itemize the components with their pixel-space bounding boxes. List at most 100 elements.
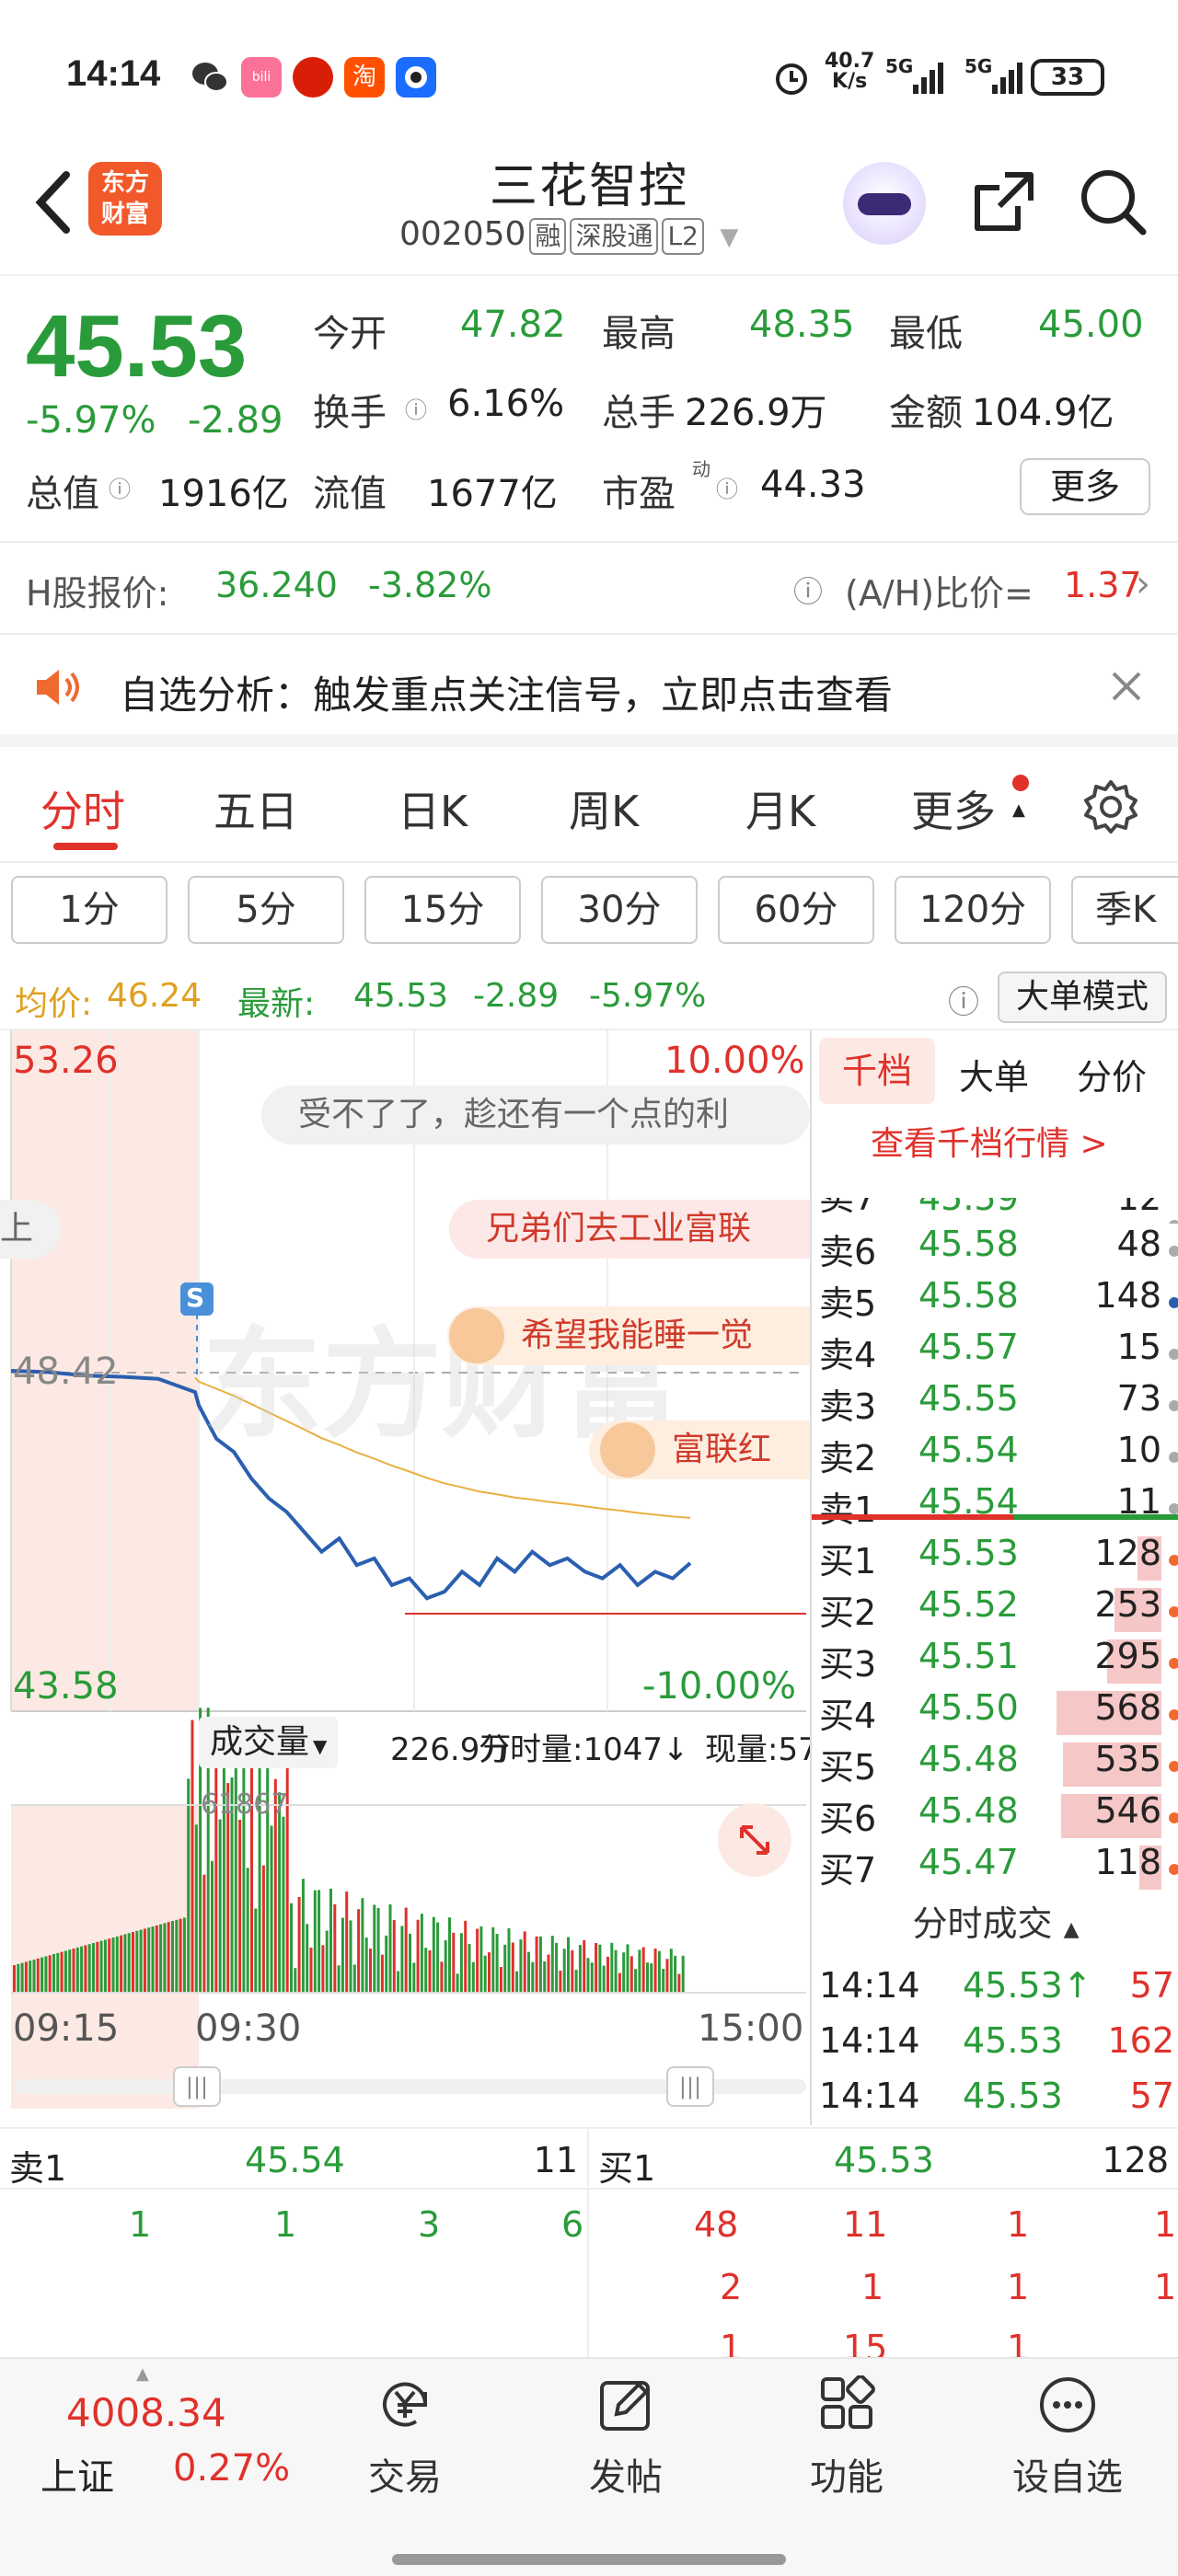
tab-weekly-k[interactable]: 周K	[569, 778, 639, 839]
bid-row[interactable]: 买1 45.53 128	[812, 1533, 1178, 1584]
bid-queue-qty: 1	[1007, 2267, 1030, 2307]
intraday-chart[interactable]: S 东方财富 53.26 10.00% 48.42 43.58 -10.00% …	[0, 1030, 810, 2125]
range-handle-right[interactable]: |||	[666, 2066, 714, 2107]
nav-functions[interactable]: 功能	[773, 2375, 920, 2501]
bottom-nav: ▲ 4008.34 上证 0.27% 交易 发帖 功能 设自选	[0, 2357, 1178, 2576]
bid-price: 45.48	[918, 1790, 1019, 1831]
volume-bar	[103, 1939, 107, 1993]
tab-monthly-k[interactable]: 月K	[745, 778, 815, 839]
wechat-icon	[190, 57, 230, 98]
sub-30min[interactable]: 30分	[541, 876, 698, 944]
ask-row[interactable]: 卖5 45.58 148	[812, 1275, 1178, 1327]
bid-queue-qty: 2	[720, 2267, 743, 2307]
help-icon[interactable]: ⓘ	[793, 569, 823, 611]
notice-banner[interactable]: 自选分析：触发重点关注信号，立即点击查看	[0, 635, 1178, 747]
volume-bar	[471, 1961, 475, 1993]
last-price: 45.53	[26, 297, 248, 396]
trades-header[interactable]: 分时成交 ▲	[812, 1895, 1178, 1946]
ask-row[interactable]: 卖1 45.54 11	[812, 1481, 1178, 1533]
search-icon[interactable]	[1077, 166, 1150, 243]
status-time: 14:14	[66, 53, 161, 94]
share-icon[interactable]	[968, 167, 1038, 241]
volume-selector[interactable]: 成交量 ▼	[199, 1717, 339, 1768]
info-icon[interactable]: ⓘ	[716, 471, 738, 503]
tab-more[interactable]: 更多	[911, 778, 996, 839]
stock-code-row[interactable]: 002050 融深股通 L2 ▼	[399, 215, 738, 255]
ob-tab-depth[interactable]: 千档	[819, 1038, 935, 1104]
gear-icon[interactable]	[1082, 778, 1139, 839]
trade-row: 14:14 45.53 57	[812, 2076, 1178, 2127]
bid-price: 45.48	[918, 1739, 1019, 1779]
low-label: 最低	[889, 313, 963, 355]
volume-bar	[321, 1945, 325, 1993]
bid-row[interactable]: 买7 45.47 118	[812, 1842, 1178, 1893]
volume-bar	[32, 1960, 36, 1993]
bid-row[interactable]: 买2 45.52 253	[812, 1584, 1178, 1636]
sub-quarter-k[interactable]: 季K	[1071, 876, 1178, 944]
nav-add-watchlist[interactable]: 设自选	[994, 2375, 1141, 2501]
sub-60min[interactable]: 60分	[718, 876, 874, 944]
tab-daily-k[interactable]: 日K	[398, 778, 468, 839]
bid-row[interactable]: 买6 45.48 546	[812, 1790, 1178, 1842]
volume-bar	[238, 1820, 242, 1993]
assistant-avatar[interactable]	[843, 162, 926, 245]
bid-dot	[1169, 1864, 1178, 1875]
more-button[interactable]: 更多	[1020, 458, 1150, 515]
bid1-qty: 128	[1102, 2140, 1169, 2180]
sub-120min[interactable]: 120分	[895, 876, 1051, 944]
comment-bubble[interactable]: 兄弟们去工业富联	[449, 1200, 810, 1259]
volume-bar	[40, 1957, 44, 1993]
ob-depth-link[interactable]: 查看千档行情 >	[871, 1117, 1108, 1165]
bid-qty: 568	[1094, 1687, 1161, 1728]
tab-intraday[interactable]: 分时	[40, 778, 125, 839]
h-share-row[interactable]: H股报价: 36.240 -3.82% ⓘ (A/H)比价= 1.37 ›	[0, 543, 1178, 635]
ask-row[interactable]: 卖3 45.55 73	[812, 1378, 1178, 1430]
volume-bar	[120, 1935, 123, 1993]
close-icon[interactable]	[1108, 668, 1145, 708]
volume-bar	[555, 1942, 559, 1993]
bid-row[interactable]: 买3 45.51 295	[812, 1636, 1178, 1687]
tab-five-day[interactable]: 五日	[214, 778, 298, 839]
index-ticker[interactable]: ▲ 4008.34 上证 0.27%	[0, 2359, 304, 2543]
ask-dot	[1169, 1349, 1178, 1360]
info-icon[interactable]: ⓘ	[405, 392, 427, 424]
nav-trade[interactable]: 交易	[331, 2375, 479, 2501]
signal-2-label: 5G	[964, 55, 993, 77]
volume-bar	[60, 1951, 64, 1993]
ob-tab-price-dist[interactable]: 分价	[1077, 1049, 1147, 1099]
taobao-icon: 淘	[344, 57, 385, 98]
info-icon[interactable]: ⓘ	[109, 471, 131, 503]
ask-level: 卖3	[819, 1386, 877, 1427]
big-order-mode-button[interactable]: 大单模式	[998, 972, 1167, 1023]
volume-bar	[369, 1949, 372, 1993]
bid-level: 买2	[819, 1593, 877, 1633]
bid-price: 45.51	[918, 1636, 1019, 1676]
comment-bubble[interactable]: 受不了了，趁还有一个点的利	[261, 1086, 810, 1144]
expand-icon[interactable]	[718, 1803, 791, 1877]
ask-row[interactable]: 卖4 45.57 15	[812, 1327, 1178, 1378]
home-indicator	[392, 2554, 786, 2565]
comment-bubble-left[interactable]: 上	[0, 1200, 61, 1259]
volume-bar	[527, 1951, 530, 1993]
volume-bar	[662, 1969, 665, 1993]
volume-bar	[163, 1923, 167, 1993]
volume-bar	[352, 1964, 356, 1993]
nav-post[interactable]: 发帖	[552, 2375, 699, 2501]
sub-5min[interactable]: 5分	[188, 876, 344, 944]
ob-tab-big-order[interactable]: 大单	[959, 1049, 1029, 1099]
bid-queue-qty: 1	[720, 2328, 743, 2359]
range-handle-left[interactable]: |||	[173, 2066, 221, 2107]
ask-row[interactable]: 卖6 45.58 48	[812, 1224, 1178, 1275]
sub-1min[interactable]: 1分	[11, 876, 167, 944]
help-icon[interactable]: ⓘ	[948, 977, 979, 1022]
volume-bar	[479, 1926, 483, 1993]
ask-row[interactable]: 卖7 45.59 12	[812, 1198, 1178, 1224]
volume-bar	[376, 1907, 380, 1993]
more-dots-icon	[1038, 2375, 1097, 2434]
bid-row[interactable]: 买4 45.50 568	[812, 1687, 1178, 1739]
sub-15min[interactable]: 15分	[364, 876, 521, 944]
volume-bar	[400, 1926, 404, 1993]
ask-row[interactable]: 卖2 45.54 10	[812, 1430, 1178, 1481]
bid-row[interactable]: 买5 45.48 535	[812, 1739, 1178, 1790]
bid-dot	[1169, 1709, 1178, 1720]
